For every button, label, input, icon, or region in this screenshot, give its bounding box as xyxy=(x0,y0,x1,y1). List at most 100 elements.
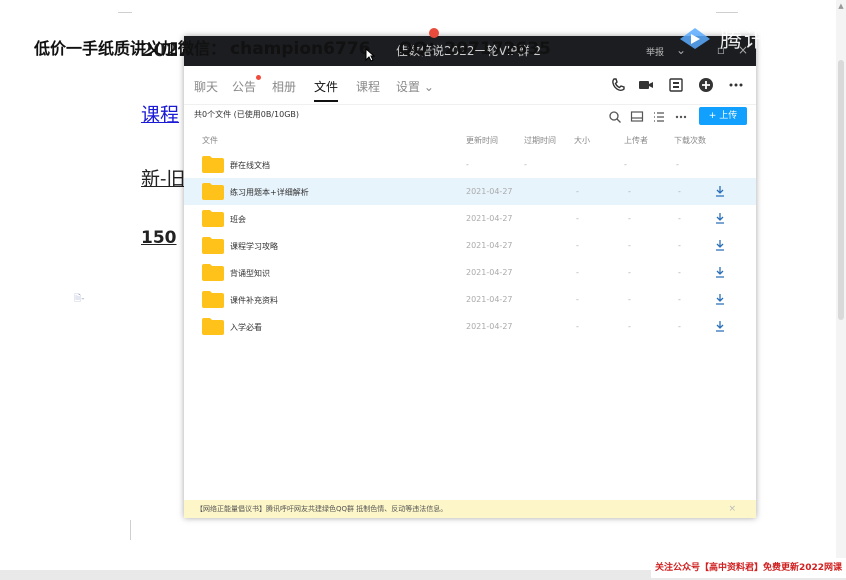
class-icon[interactable] xyxy=(668,77,684,93)
tab-album-label: 相册 xyxy=(272,80,297,94)
file-name: 群在线文档 xyxy=(230,161,270,170)
more-icon[interactable] xyxy=(728,77,744,93)
document-number: 150 xyxy=(141,228,177,248)
tab-courses[interactable]: 课程 xyxy=(356,78,380,95)
watermark-text: 低价一手纸质讲义加微信： xyxy=(34,39,227,58)
file-name: 练习用题本+详细解析 xyxy=(230,188,309,197)
folder-icon xyxy=(202,318,224,335)
column-downloads[interactable]: 下载次数 xyxy=(674,135,706,146)
file-row[interactable]: 课件补充资料 2021-04-27 - - - xyxy=(184,286,756,313)
file-date: - xyxy=(466,160,469,169)
file-row[interactable]: 群在线文档 - - - - xyxy=(184,151,756,178)
file-size: - xyxy=(576,295,579,304)
file-date: 2021-04-27 xyxy=(466,241,513,250)
file-downloads: - xyxy=(678,187,681,196)
promo-banner: 关注公众号【高中资料君】免费更新2022网课 xyxy=(650,558,846,578)
upload-button[interactable]: + 上传 xyxy=(699,107,747,125)
brand-name: 腾讯课堂 xyxy=(719,28,816,53)
tab-settings-label: 设置 ⌄ xyxy=(396,80,434,94)
folder-new-icon[interactable] xyxy=(630,109,644,123)
unread-badge xyxy=(256,75,262,80)
files-toolbar: 共0个文件 (已使用0B/10GB) + 上传 xyxy=(184,105,756,129)
search-icon[interactable] xyxy=(608,109,622,123)
file-date: 2021-04-27 xyxy=(466,214,513,223)
watermark-contact: 低价一手纸质讲义加微信： champion6776 QQ：207172635 xyxy=(34,34,551,59)
file-date: 2021-04-27 xyxy=(466,295,513,304)
phone-icon[interactable] xyxy=(610,77,626,93)
column-uploader[interactable]: 上传者 xyxy=(624,135,648,146)
folder-icon xyxy=(202,210,224,227)
column-file[interactable]: 文件 xyxy=(202,135,218,146)
notice-bar: 【网络正能量倡议书】腾讯呼吁网友共建绿色QQ群 抵制色情、反动等违法信息。 × xyxy=(184,500,756,518)
file-row[interactable]: 背诵型知识 2021-04-27 - - - xyxy=(184,259,756,286)
document-course-link[interactable]: 课程 xyxy=(141,100,179,127)
report-button[interactable]: 举报 xyxy=(646,45,664,58)
file-name: 课程学习攻略 xyxy=(230,242,278,251)
file-row[interactable]: 课程学习攻略 2021-04-27 - - - xyxy=(184,232,756,259)
download-icon[interactable] xyxy=(715,266,725,278)
document-note: 🗎- xyxy=(74,291,85,307)
file-date: 2021-04-27 xyxy=(466,187,513,196)
download-icon[interactable] xyxy=(715,239,725,251)
qq-group-window: 佳数倍说2022一轮VIP群 2 举报 ⌄ ▫ × 聊天 公告 相册 文件 课程… xyxy=(184,28,756,518)
notice-close-icon[interactable]: × xyxy=(728,500,736,518)
file-row[interactable]: 入学必看 2021-04-27 - - - xyxy=(184,313,756,340)
file-size: - xyxy=(576,241,579,250)
mouse-cursor-icon xyxy=(365,48,375,62)
file-name: 班会 xyxy=(230,215,246,224)
file-name: 背诵型知识 xyxy=(230,269,270,278)
tab-announcement[interactable]: 公告 xyxy=(232,75,262,95)
file-row[interactable]: 班会 2021-04-27 - - - xyxy=(184,205,756,232)
download-icon[interactable] xyxy=(715,212,725,224)
scroll-up-icon[interactable]: ▲ xyxy=(837,2,845,10)
tencent-classroom-logo xyxy=(679,28,710,49)
file-row[interactable]: 练习用题本+详细解析 2021-04-27 - - - xyxy=(184,178,756,205)
page-corner-top-right xyxy=(716,0,738,13)
folder-icon xyxy=(202,156,224,173)
column-size[interactable]: 大小 xyxy=(574,135,590,146)
file-uploader: - xyxy=(628,241,631,250)
file-uploader: - xyxy=(628,187,631,196)
watermark-qq-label: QQ： xyxy=(398,39,445,59)
file-name: 课件补充资料 xyxy=(230,296,278,305)
file-table-header: 文件 更新时间 过期时间 大小 上传者 下载次数 xyxy=(184,129,756,151)
file-downloads: - xyxy=(678,268,681,277)
file-expires: - xyxy=(524,160,527,169)
page-corner-top-left xyxy=(118,0,132,13)
scrollbar-thumb[interactable] xyxy=(838,60,844,320)
download-icon[interactable] xyxy=(715,293,725,305)
tab-album[interactable]: 相册 xyxy=(272,78,296,95)
file-date: 2021-04-27 xyxy=(466,268,513,277)
tab-chat[interactable]: 聊天 xyxy=(194,78,218,95)
file-size: - xyxy=(576,187,579,196)
file-uploader: - xyxy=(624,160,627,169)
page-corner-bottom-left xyxy=(130,520,132,540)
folder-icon xyxy=(202,291,224,308)
column-expires[interactable]: 过期时间 xyxy=(524,135,556,146)
toolbar-more-icon[interactable] xyxy=(674,109,688,123)
tab-settings[interactable]: 设置 ⌄ xyxy=(396,78,434,95)
file-uploader: - xyxy=(628,322,631,331)
file-name: 入学必看 xyxy=(230,323,262,332)
file-uploader: - xyxy=(628,295,631,304)
download-icon[interactable] xyxy=(715,320,725,332)
file-size: - xyxy=(576,268,579,277)
column-updated[interactable]: 更新时间 xyxy=(466,135,498,146)
tab-files[interactable]: 文件 xyxy=(314,78,339,102)
tencent-classroom-brand: 腾讯课堂 xyxy=(676,22,816,54)
add-icon[interactable] xyxy=(698,77,714,93)
file-list: 群在线文档 - - - - 练习用题本+详细解析 2021-04-27 - - … xyxy=(184,151,756,340)
folder-icon xyxy=(202,264,224,281)
file-downloads: - xyxy=(678,241,681,250)
folder-icon xyxy=(202,183,224,200)
tab-chat-label: 聊天 xyxy=(194,80,219,94)
group-tabs: 聊天 公告 相册 文件 课程 设置 ⌄ xyxy=(184,66,756,105)
download-icon[interactable] xyxy=(715,185,725,197)
file-downloads: - xyxy=(678,214,681,223)
watermark-qq: 207172635 xyxy=(444,39,551,59)
list-view-icon[interactable] xyxy=(652,109,666,123)
vertical-scrollbar[interactable]: ▲ ▼ xyxy=(836,0,846,580)
video-icon[interactable] xyxy=(638,77,654,93)
tab-courses-label: 课程 xyxy=(356,80,381,94)
tab-announcement-label: 公告 xyxy=(232,80,257,94)
